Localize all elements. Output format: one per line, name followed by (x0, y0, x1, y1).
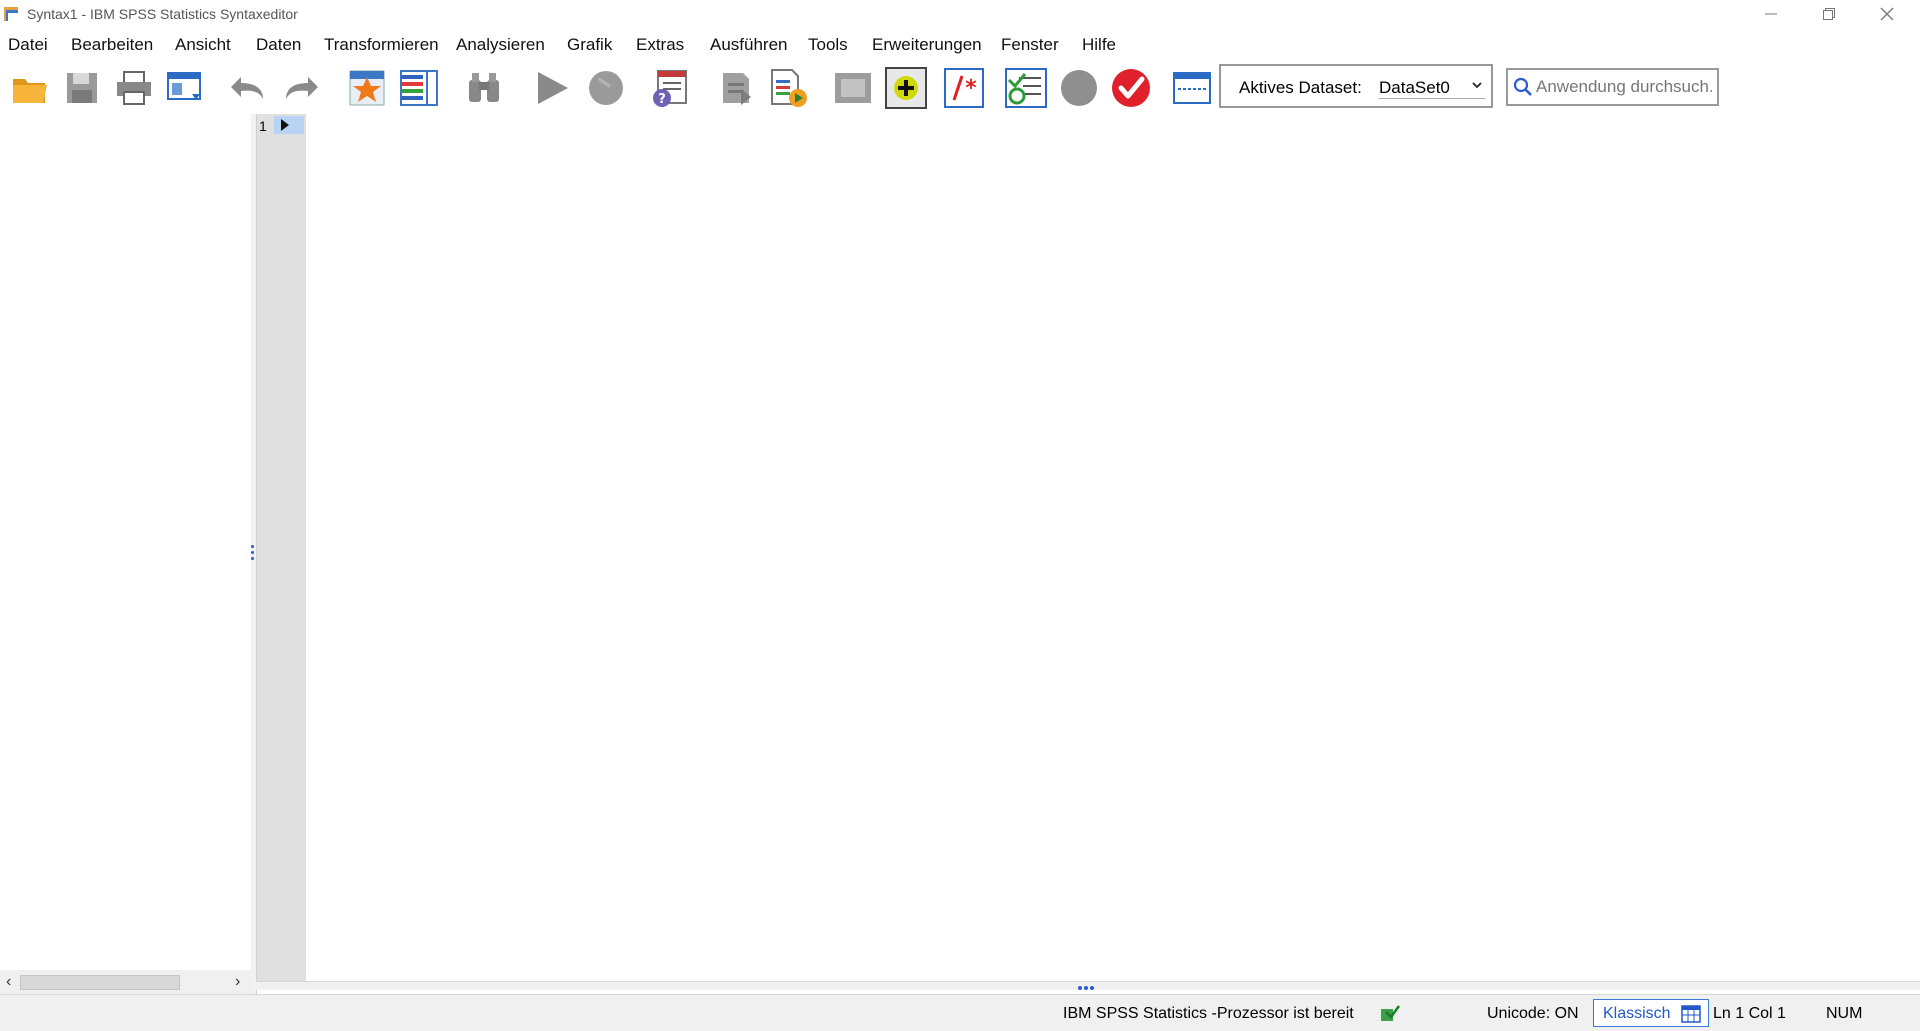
toggle-bookmark-button[interactable] (831, 66, 875, 110)
menu-bearbeiten[interactable]: Bearbeiten (71, 35, 153, 55)
syntax-help-button[interactable]: ? (648, 66, 692, 110)
dialog-recall-button[interactable] (163, 66, 207, 110)
comment-selection-icon: * (944, 68, 984, 108)
menu-fenster[interactable]: Fenster (1001, 35, 1059, 55)
klassisch-mode-button[interactable]: Klassisch (1593, 999, 1709, 1027)
unicode-status: Unicode: ON (1487, 1005, 1579, 1022)
run-selection-button[interactable] (530, 66, 574, 110)
active-dataset-label: Aktives Dataset: (1239, 78, 1362, 97)
run-to-end-icon (771, 69, 807, 107)
run-to-end-button[interactable] (766, 66, 810, 110)
restore-button[interactable] (1800, 0, 1858, 28)
minimize-icon (1765, 13, 1777, 15)
run-selection-icon (538, 72, 568, 104)
validate-icon (1005, 68, 1047, 108)
line-number-gutter (257, 114, 306, 981)
menu-hilfe[interactable]: Hilfe (1082, 35, 1116, 55)
save-button[interactable] (60, 66, 104, 110)
scroll-left-arrow-icon[interactable]: ‹ (6, 973, 11, 991)
redo-button[interactable] (280, 66, 324, 110)
check-button[interactable] (1109, 66, 1153, 110)
redo-icon (286, 77, 318, 99)
variables-icon (400, 70, 438, 106)
search-icon (1513, 77, 1532, 96)
menu-grafik[interactable]: Grafik (567, 35, 612, 55)
grid-icon (1681, 1005, 1701, 1023)
scrollbar-thumb[interactable] (20, 975, 180, 990)
horizontal-splitter-grip-icon[interactable] (1078, 986, 1094, 990)
window-title: Syntax1 - IBM SPSS Statistics Syntaxedit… (27, 6, 298, 22)
stop-button[interactable] (584, 66, 628, 110)
variables-button[interactable] (397, 66, 441, 110)
menu-ausfuehren[interactable]: Ausführen (710, 35, 788, 55)
current-line-marker (274, 116, 304, 134)
find-button[interactable] (462, 66, 506, 110)
stop-icon (589, 71, 623, 105)
add-breakpoint-button[interactable] (884, 66, 928, 110)
comment-selection-button[interactable]: * (942, 66, 986, 110)
close-icon (1880, 7, 1894, 21)
current-line-arrow-icon (281, 119, 289, 131)
undo-icon (231, 77, 263, 99)
processor-status: IBM SPSS Statistics -Prozessor ist berei… (1063, 1005, 1354, 1022)
add-breakpoint-icon (885, 67, 927, 109)
navigation-pane[interactable] (0, 114, 252, 986)
check-icon (1112, 69, 1150, 107)
goto-bookmark-button[interactable] (714, 66, 758, 110)
active-dataset-value: DataSet0 (1379, 78, 1450, 97)
record-button[interactable] (1057, 66, 1101, 110)
menu-bar: Datei Bearbeiten Ansicht Daten Transform… (0, 30, 1920, 62)
menu-extras[interactable]: Extras (636, 35, 684, 55)
split-view-icon (1173, 72, 1211, 104)
chevron-down-icon (1471, 78, 1483, 93)
close-button[interactable] (1858, 0, 1916, 28)
menu-ansicht[interactable]: Ansicht (175, 35, 231, 55)
toggle-bookmark-icon (835, 73, 871, 103)
save-icon (67, 73, 97, 103)
svg-text:?: ? (658, 92, 666, 107)
print-button[interactable] (112, 66, 156, 110)
active-dataset-dropdown[interactable]: DataSet0 (1379, 74, 1485, 99)
menu-transformieren[interactable]: Transformieren (324, 35, 439, 55)
klassisch-mode-label: Klassisch (1603, 1005, 1671, 1022)
cursor-position: Ln 1 Col 1 (1713, 1005, 1786, 1022)
open-button[interactable] (8, 66, 52, 110)
menu-erweiterungen[interactable]: Erweiterungen (872, 35, 982, 55)
syntax-editor-area[interactable] (306, 114, 1920, 981)
processor-ready-icon (1381, 1005, 1400, 1021)
search-input[interactable] (1536, 76, 1712, 98)
splitter-grip-icon[interactable] (251, 545, 255, 563)
menu-datei[interactable]: Datei (8, 35, 48, 55)
minimize-button[interactable] (1742, 0, 1800, 28)
goto-bookmark-icon (723, 73, 751, 105)
record-icon (1061, 70, 1097, 106)
menu-analysieren[interactable]: Analysieren (456, 35, 545, 55)
validate-button[interactable] (1004, 66, 1048, 110)
goto-case-icon (349, 70, 385, 106)
title-bar: Syntax1 - IBM SPSS Statistics Syntaxedit… (0, 0, 1920, 28)
num-lock-indicator: NUM (1826, 1005, 1863, 1022)
svg-text:*: * (965, 76, 977, 101)
search-box (1506, 68, 1719, 106)
open-folder-icon (13, 79, 47, 103)
restore-icon (1823, 8, 1835, 20)
split-view-button[interactable] (1170, 66, 1214, 110)
scroll-right-arrow-icon[interactable]: › (235, 973, 240, 991)
spss-app-icon (4, 7, 18, 21)
undo-button[interactable] (225, 66, 269, 110)
nav-horizontal-scrollbar[interactable]: ‹ › (0, 970, 251, 994)
status-bar: IBM SPSS Statistics -Prozessor ist berei… (0, 994, 1920, 1031)
syntax-help-icon: ? (653, 70, 687, 107)
menu-tools[interactable]: Tools (808, 35, 848, 55)
line-number: 1 (259, 118, 267, 134)
menu-daten[interactable]: Daten (256, 35, 301, 55)
find-icon (469, 73, 499, 102)
goto-case-button[interactable] (345, 66, 389, 110)
print-icon (117, 71, 151, 105)
dialog-recall-icon (167, 72, 201, 100)
active-dataset-panel: Aktives Dataset: DataSet0 (1219, 64, 1493, 108)
